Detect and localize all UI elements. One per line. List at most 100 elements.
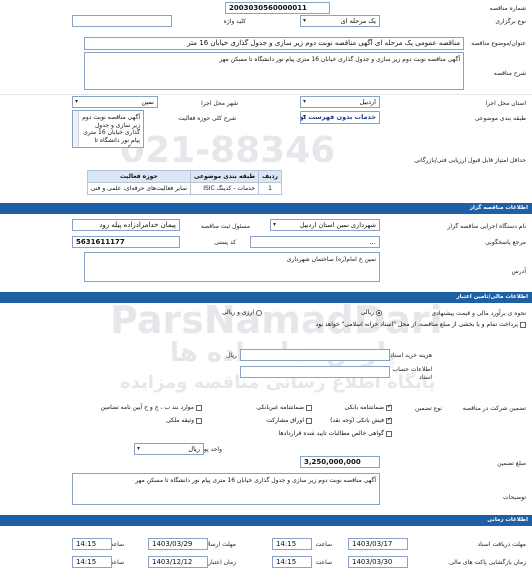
table-header-row: ردیف طبقه بندی موضوعی حوزه فعالیت bbox=[86, 170, 282, 183]
checkbox-icon[interactable] bbox=[386, 430, 392, 437]
category-value: خدمات بدون فهرست بها bbox=[300, 113, 376, 121]
guarantee-amount-field[interactable]: 3,250,000,000 bbox=[300, 456, 380, 468]
validity-time[interactable]: 14:15 bbox=[72, 556, 112, 568]
holding-type-value: یک مرحله ای bbox=[340, 17, 376, 25]
chevron-down-icon: ▾ bbox=[303, 98, 307, 105]
checkbox-icon[interactable] bbox=[196, 404, 202, 411]
time-label: ساعت bbox=[315, 541, 332, 548]
activity-label: شرح کلی حوزه فعالیت bbox=[178, 115, 236, 122]
reference-label: مرجع پاسخگویی bbox=[485, 239, 526, 246]
city-select[interactable]: نمین ▾ bbox=[72, 96, 158, 108]
table-row: 1 خدمات - کدینگ ISIC سایر فعالیت‌های حرف… bbox=[86, 182, 282, 195]
title-field[interactable]: مناقصه عمومی یک مرحله ای آگهی مناقصه نوب… bbox=[84, 37, 464, 50]
category-select[interactable]: خدمات بدون فهرست بها ▾ bbox=[300, 111, 380, 124]
reference-field[interactable]: ... bbox=[250, 236, 380, 248]
financial-section-bar: اطلاعات مالی/تامین اعتبار bbox=[0, 292, 532, 303]
notes-label: توضیحات bbox=[502, 494, 526, 501]
checkbox-icon[interactable] bbox=[520, 321, 526, 328]
table-header-cell: طبقه بندی موضوعی bbox=[189, 170, 260, 183]
chevron-down-icon: ▾ bbox=[75, 98, 79, 105]
estimate-option-currency[interactable]: ارزی و ریالی bbox=[222, 309, 262, 316]
doc-receive-deadline-label: مهلت دریافت اسناد bbox=[477, 541, 526, 548]
category-label: طبقه بندی موضوعی bbox=[474, 115, 526, 122]
description-field[interactable]: آگهی مناقصه نوبت دوم زیر سازی و جدول گذا… bbox=[84, 52, 464, 90]
opening-time[interactable]: 14:15 bbox=[272, 556, 312, 568]
guarantee-property[interactable]: وثیقه ملکی bbox=[166, 417, 202, 424]
table-header-cell: ردیف bbox=[258, 170, 282, 183]
estimate-label: نحوه ی برآورد مالی و قیمت پیشنهادی bbox=[431, 310, 526, 317]
checkbox-icon[interactable] bbox=[196, 417, 202, 424]
bid-submission-date[interactable]: 1403/03/29 bbox=[148, 538, 208, 550]
address-field[interactable]: نمین خ امام(ره) ساختمان شهرداری bbox=[84, 252, 380, 282]
doc-fee-unit: ریال bbox=[226, 352, 237, 359]
chevron-down-icon: ▾ bbox=[137, 445, 141, 452]
opening-date[interactable]: 1403/03/30 bbox=[348, 556, 408, 568]
keyword-input[interactable] bbox=[72, 15, 172, 27]
table-cell: سایر فعالیت‌های حرفه‌ای، علمی و فنی bbox=[86, 182, 191, 195]
tender-number-label: شماره مناقصه bbox=[489, 5, 526, 12]
timing-section-bar: اطلاعات زمانی bbox=[0, 515, 532, 526]
checkbox-icon[interactable] bbox=[386, 416, 392, 424]
guarantee-claims[interactable]: گواهی خالص مطالبات تایید شده قراردادها bbox=[279, 430, 392, 437]
guarantee-nonbank[interactable]: ضمانتنامه غیربانکی bbox=[256, 404, 312, 411]
currency-value: ریال bbox=[188, 445, 200, 453]
guarantee-cash[interactable]: فیش بانکی (وجه نقد) bbox=[330, 416, 392, 425]
table-cell: خدمات - کدینگ ISIC bbox=[189, 182, 260, 195]
guarantee-bank[interactable]: ضمانتنامه بانکی bbox=[345, 403, 392, 412]
guarantee-bonds[interactable]: اوراق مشارکت bbox=[266, 417, 312, 424]
address-label: آدرس bbox=[511, 268, 526, 275]
watermark-latin: ParsNamadDari bbox=[110, 298, 443, 342]
city-label: شهر محل اجرا bbox=[201, 100, 238, 107]
radio-icon[interactable] bbox=[376, 309, 382, 316]
chevron-down-icon: ▾ bbox=[303, 17, 307, 24]
validity-date[interactable]: 1403/12/12 bbox=[148, 556, 208, 568]
currency-select[interactable]: ریال ▾ bbox=[134, 443, 204, 455]
radio-icon[interactable] bbox=[256, 309, 262, 316]
checkbox-icon[interactable] bbox=[306, 417, 312, 424]
organizer-section-bar: اطلاعات مناقصه گزار bbox=[0, 203, 532, 214]
account-field[interactable] bbox=[240, 366, 390, 378]
agency-select[interactable]: شهرداری نمین استان اردبیل ▾ bbox=[270, 219, 380, 231]
city-value: نمین bbox=[141, 98, 154, 106]
holding-type-select[interactable]: یک مرحله ای ▾ bbox=[300, 15, 380, 27]
agency-label: نام دستگاه اجرایی مناقصه گزار bbox=[447, 223, 526, 230]
doc-fee-label: هزینه خرید اسناد bbox=[390, 352, 432, 359]
opening-label: زمان بازگشایی پاکت های مالی bbox=[449, 559, 526, 566]
payment-treasury-option[interactable]: پرداخت تمام و یا بخشی از مبلغ مناقصه، از… bbox=[316, 321, 526, 328]
chevron-down-icon: ▾ bbox=[273, 221, 277, 228]
doc-receive-deadline-date[interactable]: 1403/03/17 bbox=[348, 538, 408, 550]
tender-number-field[interactable]: 2003030560000011 bbox=[225, 2, 330, 14]
time-label: ساعت bbox=[315, 559, 332, 566]
scrollbar[interactable] bbox=[73, 111, 79, 147]
keyword-label: کلید واژه bbox=[223, 18, 246, 25]
province-label: استان محل اجرا bbox=[485, 100, 526, 107]
checkbox-icon[interactable] bbox=[386, 403, 392, 411]
bid-submission-time[interactable]: 14:15 bbox=[72, 538, 112, 550]
doc-receive-deadline-time[interactable]: 14:15 bbox=[272, 538, 312, 550]
guarantee-regulation[interactable]: موارد بند ب ، ج و ح آیین نامه تضامین bbox=[100, 404, 202, 411]
chevron-down-icon: ▾ bbox=[303, 113, 307, 120]
holding-type-label: نوع برگزاری bbox=[495, 18, 526, 25]
description-label: شرح مناقصه bbox=[493, 70, 526, 77]
activity-field[interactable]: آگهی مناقصه نوبت دوم زیر سازی و جدول گذا… bbox=[72, 110, 144, 148]
guarantee-kind-label: نوع تضمین bbox=[415, 405, 442, 412]
category-table: ردیف طبقه بندی موضوعی حوزه فعالیت 1 خدما… bbox=[86, 170, 282, 195]
table-cell: 1 bbox=[258, 182, 282, 195]
min-score-label: حداقل امتیاز قابل قبول ارزیابی فنی/بازرگ… bbox=[414, 157, 526, 164]
estimate-option-rial[interactable]: ریالی bbox=[361, 309, 382, 316]
guarantee-type-label: تضمین شرکت در مناقصه bbox=[462, 405, 526, 412]
agency-value: شهرداری نمین استان اردبیل bbox=[299, 221, 376, 229]
notes-field[interactable]: آگهی مناقصه نوبت دوم زیر سازی و جدول گذا… bbox=[72, 473, 380, 505]
responsible-field[interactable]: پیمان خدامرادزاده پیله رود bbox=[72, 219, 180, 231]
table-header-cell: حوزه فعالیت bbox=[86, 170, 191, 183]
watermark-phone: 021-88346 bbox=[120, 130, 336, 171]
checkbox-icon[interactable] bbox=[306, 404, 312, 411]
province-value: اردبیل bbox=[359, 98, 376, 106]
postal-label: کد پستی bbox=[214, 239, 236, 246]
postal-field[interactable]: 5631611177 bbox=[72, 236, 180, 248]
title-label: عنوان/موضوع مناقصه bbox=[471, 40, 526, 47]
responsible-label: مسئول ثبت مناقصه bbox=[200, 223, 250, 230]
guarantee-amount-label: مبلغ تضمین bbox=[497, 460, 526, 467]
province-select[interactable]: اردبیل ▾ bbox=[300, 96, 380, 108]
doc-fee-field[interactable] bbox=[240, 349, 390, 361]
